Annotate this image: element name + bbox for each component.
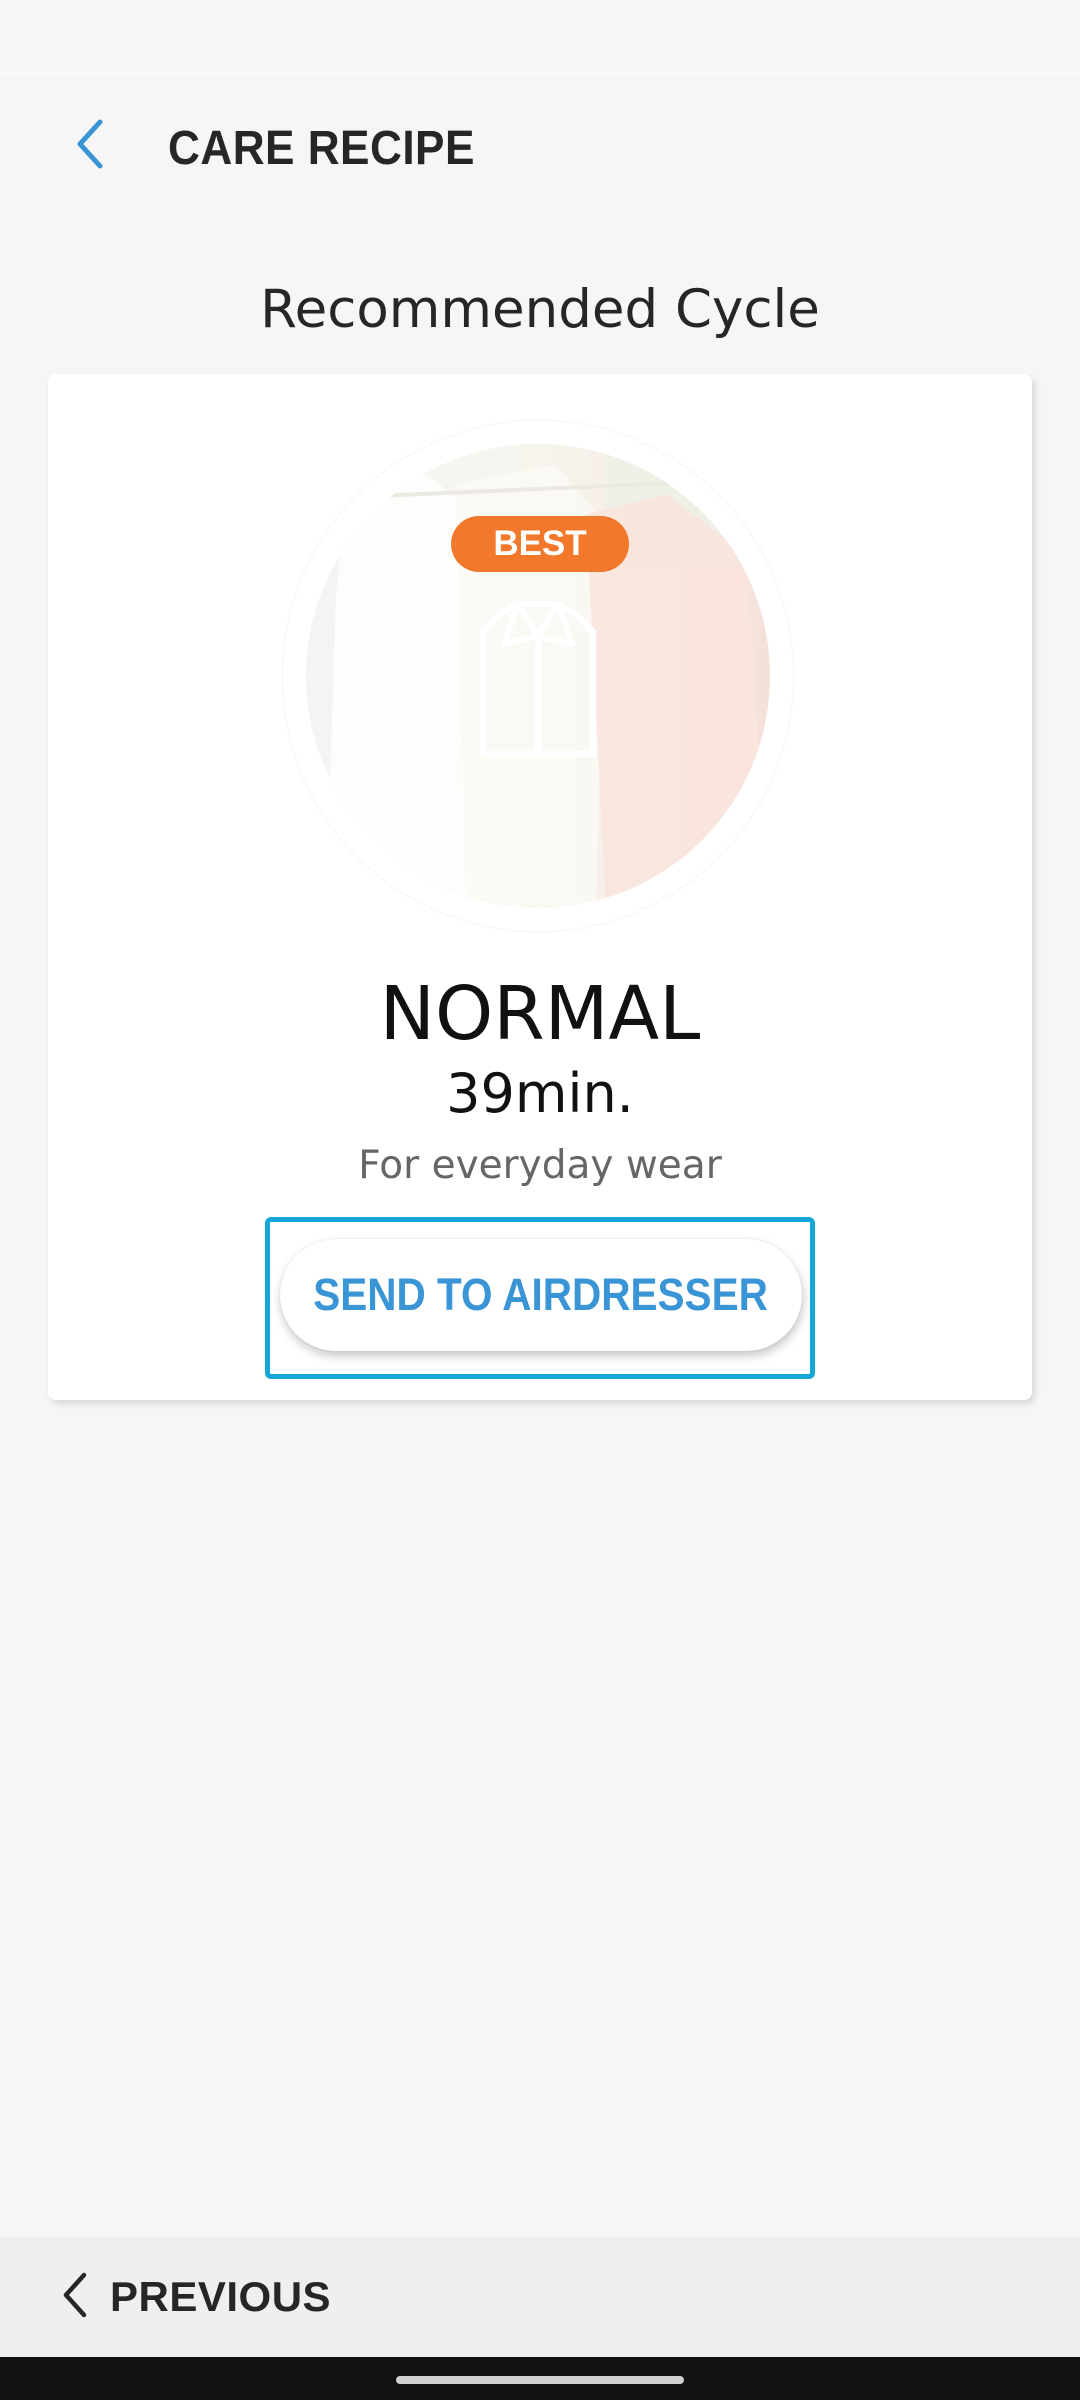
cycle-duration: 39min.: [446, 1062, 634, 1125]
section-title: Recommended Cycle: [260, 279, 820, 340]
chevron-left-icon: [72, 118, 108, 175]
system-nav-bar: [0, 2357, 1080, 2400]
cycle-description: For everyday wear: [358, 1143, 722, 1188]
bottom-bar: PREVIOUS: [0, 2237, 1080, 2357]
send-button-label: SEND TO AIRDRESSER: [313, 1269, 769, 1320]
back-button[interactable]: [60, 116, 120, 176]
app-header: CARE RECIPE: [0, 76, 1080, 216]
home-indicator[interactable]: [396, 2376, 684, 2384]
status-bar: [0, 0, 1080, 76]
best-badge: BEST: [451, 516, 629, 572]
previous-button[interactable]: PREVIOUS: [60, 2259, 331, 2335]
page-title: CARE RECIPE: [168, 122, 475, 175]
recommendation-card: BEST NORMAL 39min. For everyday wear SEN…: [48, 374, 1032, 1400]
chevron-left-icon: [60, 2271, 88, 2324]
send-to-airdresser-button[interactable]: SEND TO AIRDRESSER: [280, 1239, 802, 1351]
cycle-image: [283, 421, 793, 931]
garment-photo: [306, 444, 770, 908]
previous-label: PREVIOUS: [110, 2273, 332, 2320]
cycle-name: NORMAL: [379, 971, 701, 1057]
